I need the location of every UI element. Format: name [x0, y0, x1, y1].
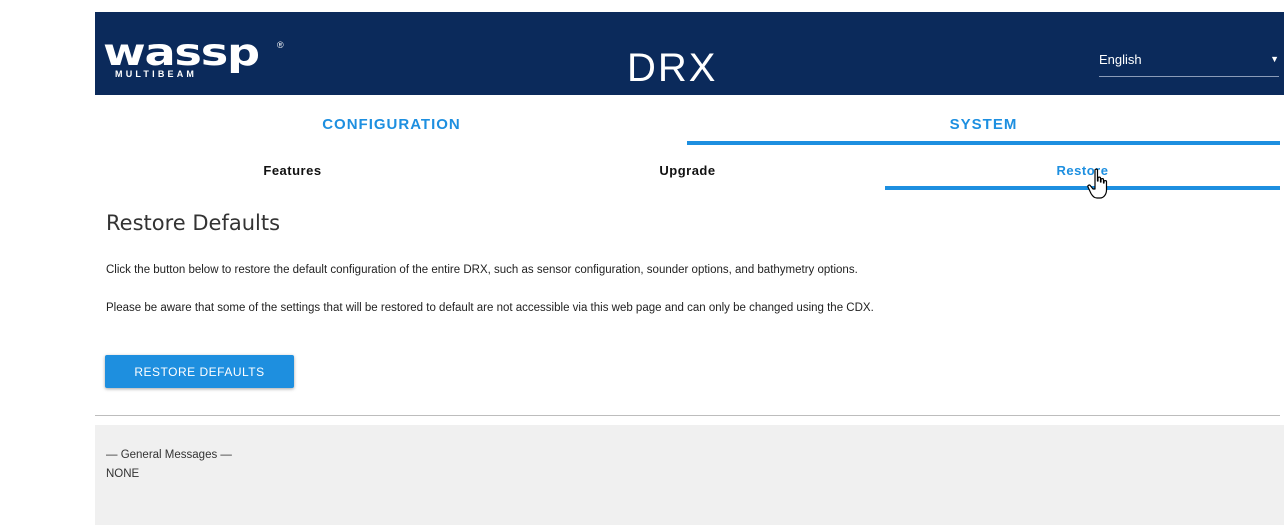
wassp-logo: wassp ® MULTIBEAM: [103, 31, 293, 84]
subtab-upgrade[interactable]: Upgrade: [490, 163, 885, 178]
restore-warning: Please be aware that some of the setting…: [106, 302, 874, 314]
messages-heading: — General Messages —: [106, 449, 232, 461]
subtab-features[interactable]: Features: [95, 163, 490, 178]
app-header: wassp ® MULTIBEAM DRX English ▼: [95, 12, 1284, 95]
hand-pointer-icon: [1087, 168, 1108, 199]
tab-configuration[interactable]: CONFIGURATION: [95, 116, 688, 133]
logo-subtext: MULTIBEAM: [115, 69, 198, 79]
logo-wordmark: wassp: [103, 31, 260, 74]
logo-registered-mark: ®: [277, 40, 284, 50]
caret-down-icon: ▼: [1270, 54, 1279, 64]
messages-body: NONE: [106, 468, 140, 480]
product-title: DRX: [627, 46, 718, 90]
language-select[interactable]: English ▼: [1099, 48, 1279, 77]
tab-system[interactable]: SYSTEM: [687, 116, 1280, 133]
subtab-restore[interactable]: Restore: [885, 163, 1280, 178]
subtab-restore-active-indicator: [885, 186, 1280, 190]
language-selected-value: English: [1099, 52, 1142, 67]
section-divider: [95, 415, 1280, 416]
tab-system-active-indicator: [687, 141, 1280, 145]
restore-description: Click the button below to restore the de…: [106, 264, 858, 276]
page-title: Restore Defaults: [106, 211, 281, 235]
restore-defaults-button[interactable]: RESTORE DEFAULTS: [105, 355, 294, 388]
general-messages-panel: — General Messages — NONE: [95, 425, 1284, 525]
